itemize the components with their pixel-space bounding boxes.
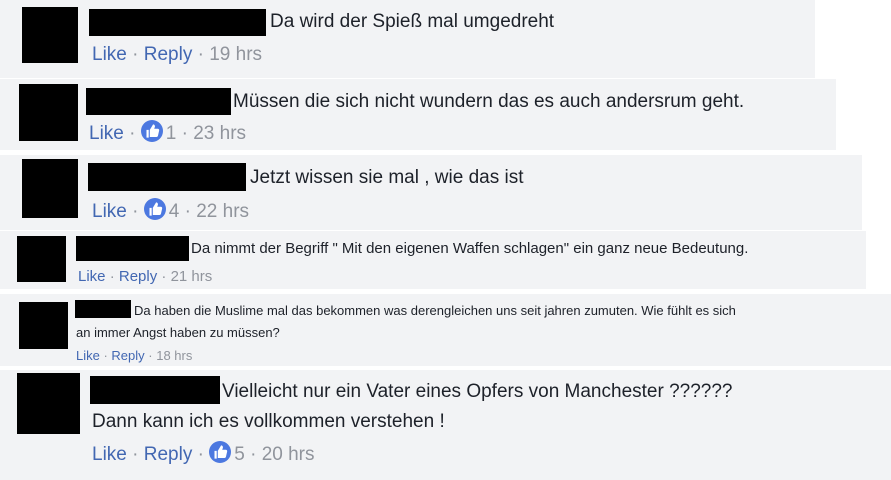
avatar[interactable] bbox=[17, 373, 80, 434]
separator: · bbox=[123, 123, 141, 144]
separator: · bbox=[176, 123, 194, 144]
timestamp[interactable]: 20 hrs bbox=[262, 444, 315, 465]
reply-button[interactable]: Reply bbox=[111, 348, 144, 363]
timestamp[interactable]: 22 hrs bbox=[196, 201, 249, 222]
comment-1: Da wird der Spieß mal umgedreht Like · R… bbox=[0, 0, 815, 78]
comment-actions: Like · Reply · 5 · 20 hrs bbox=[92, 441, 315, 467]
comment-6: Vielleicht nur ein Vater eines Opfers vo… bbox=[0, 370, 891, 480]
like-button[interactable]: Like bbox=[78, 268, 106, 285]
comment-text: Müssen die sich nicht wundern das es auc… bbox=[233, 91, 745, 112]
comment-text-line-1: Vielleicht nur ein Vater eines Opfers vo… bbox=[222, 381, 733, 402]
timestamp[interactable]: 23 hrs bbox=[193, 123, 246, 144]
comment-4: Da nimmt der Begriff " Mit den eigenen W… bbox=[0, 231, 866, 289]
timestamp[interactable]: 19 hrs bbox=[209, 44, 262, 65]
comment-actions: Like · 4 · 22 hrs bbox=[92, 198, 249, 224]
comment-actions: Like · Reply · 19 hrs bbox=[92, 43, 262, 67]
redacted-author-name[interactable] bbox=[86, 88, 231, 115]
comment-actions: Like · Reply · 18 hrs bbox=[76, 347, 192, 364]
like-button[interactable]: Like bbox=[92, 201, 127, 222]
comment-text: Da wird der Spieß mal umgedreht bbox=[270, 11, 555, 32]
comment-text-line-1: Da haben die Muslime mal das bekommen wa… bbox=[134, 303, 736, 318]
comment-actions: Like · 1 · 23 hrs bbox=[89, 120, 246, 146]
comment-text-line-2: an immer Angst haben zu müssen? bbox=[76, 325, 280, 340]
separator: · bbox=[144, 348, 157, 363]
redacted-author-name[interactable] bbox=[76, 236, 189, 261]
comment-3: Jetzt wissen sie mal , wie das ist Like … bbox=[0, 155, 862, 230]
separator: · bbox=[244, 444, 262, 465]
like-button[interactable]: Like bbox=[92, 44, 127, 65]
reply-button[interactable]: Reply bbox=[144, 444, 193, 465]
separator: · bbox=[105, 268, 119, 285]
comment-text-line-2: Dann kann ich es vollkommen verstehen ! bbox=[92, 411, 445, 432]
separator: · bbox=[126, 201, 144, 222]
separator: · bbox=[126, 444, 144, 465]
separator: · bbox=[179, 201, 197, 222]
reply-button[interactable]: Reply bbox=[144, 44, 193, 65]
like-button[interactable]: Like bbox=[76, 348, 100, 363]
redacted-author-name[interactable] bbox=[88, 163, 246, 191]
avatar[interactable] bbox=[22, 7, 78, 63]
thumbs-up-icon bbox=[209, 441, 232, 463]
separator: · bbox=[99, 348, 112, 363]
reaction-count[interactable]: 1 bbox=[166, 123, 177, 144]
comment-text: Jetzt wissen sie mal , wie das ist bbox=[250, 167, 524, 188]
comment-5: Da haben die Muslime mal das bekommen wa… bbox=[0, 294, 891, 366]
comment-actions: Like · Reply · 21 hrs bbox=[78, 267, 212, 287]
reaction-count[interactable]: 5 bbox=[234, 444, 245, 465]
separator: · bbox=[192, 444, 210, 465]
timestamp[interactable]: 21 hrs bbox=[171, 268, 213, 285]
like-button[interactable]: Like bbox=[92, 444, 127, 465]
avatar[interactable] bbox=[22, 159, 78, 218]
reaction-count[interactable]: 4 bbox=[169, 201, 180, 222]
redacted-author-name[interactable] bbox=[89, 9, 266, 36]
comment-2: Müssen die sich nicht wundern das es auc… bbox=[0, 79, 836, 150]
timestamp[interactable]: 18 hrs bbox=[156, 348, 192, 363]
redacted-author-name[interactable] bbox=[75, 300, 131, 318]
separator: · bbox=[126, 44, 144, 65]
separator: · bbox=[157, 268, 171, 285]
reply-button[interactable]: Reply bbox=[119, 268, 157, 285]
comment-text: Da nimmt der Begriff " Mit den eigenen W… bbox=[191, 240, 749, 257]
thumbs-up-icon bbox=[143, 198, 166, 220]
avatar[interactable] bbox=[19, 302, 68, 349]
redacted-author-name[interactable] bbox=[90, 376, 220, 404]
avatar[interactable] bbox=[19, 84, 78, 141]
separator: · bbox=[192, 44, 210, 65]
thumbs-up-icon bbox=[140, 120, 163, 142]
like-button[interactable]: Like bbox=[89, 123, 124, 144]
avatar[interactable] bbox=[17, 236, 66, 282]
